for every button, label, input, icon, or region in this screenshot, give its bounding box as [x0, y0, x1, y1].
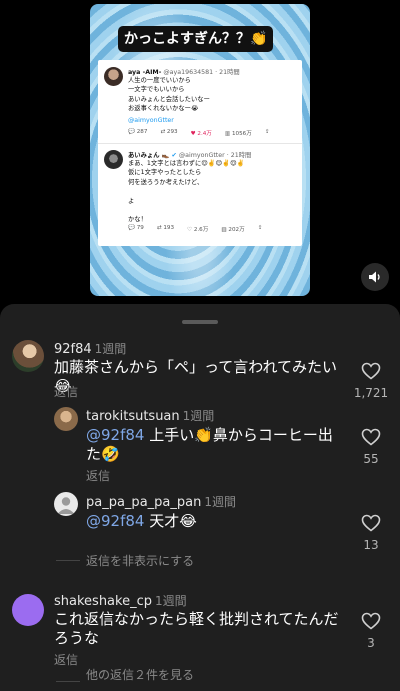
like-count: 1,721: [353, 386, 389, 400]
tweet-2-actions: 💬 79 ⇄ 193 ♡ 2.6万 ▥ 202万 ⇪: [128, 225, 262, 233]
tweet-1-reply-count: 287: [136, 129, 148, 135]
comment-body: 天才😂: [144, 512, 197, 530]
tweet-2: あいみょん 👞 ✔ @aimyonGtter · 21時間 まあ、1文字とは言わ…: [104, 150, 298, 242]
reply-button[interactable]: 返信: [86, 467, 110, 484]
retweet-icon: ⇄ 193: [156, 225, 175, 231]
tweet-2-reply-count: 79: [136, 225, 144, 231]
comment-text: これ返信なかったら軽く批判されてたんだろうな: [54, 610, 339, 647]
username-text[interactable]: tarokitsutsuan: [86, 409, 180, 424]
comment-text: @92f84 天才😂: [86, 512, 346, 531]
avatar[interactable]: [12, 340, 44, 372]
reply-button[interactable]: 返信: [54, 651, 78, 668]
tweet-2-like-count: 2.6万: [193, 227, 209, 233]
verified-icon: ✔: [171, 152, 177, 159]
tweet-1-avatar: [104, 67, 123, 86]
like-icon: ♥ 2.4万: [190, 131, 212, 137]
avatar[interactable]: [12, 594, 44, 626]
view-more-replies-button[interactable]: 他の返信２件を見る: [86, 666, 194, 683]
sound-toggle-button[interactable]: [361, 263, 389, 291]
thread-divider: [56, 560, 80, 561]
tweet-1-like-count: 2.4万: [197, 131, 212, 137]
sheet-drag-handle[interactable]: [182, 320, 218, 324]
comment-time: 1週間: [154, 594, 187, 608]
tweet-2-body: まあ、1文字とは言わずに😌✌️😌✌️😌✌️ 仮に1文字やったとしたら 何を送ろう…: [128, 160, 245, 224]
speaker-icon: [369, 271, 380, 283]
tweet-2-handle: @aimyonGtter · 21時間: [178, 152, 252, 159]
tweet-2-header: あいみょん 👞 ✔ @aimyonGtter · 21時間: [128, 150, 251, 159]
views-icon: ▥ 202万: [221, 227, 245, 233]
retweet-icon: ⇄ 293: [160, 129, 178, 135]
comment-username[interactable]: shakeshake_cp 1週間: [54, 592, 187, 609]
comment-time: 1週間: [204, 495, 236, 509]
like-icon: ♡ 2.6万: [187, 227, 209, 233]
tweet-2-view-count: 202万: [228, 227, 245, 233]
avatar[interactable]: [54, 492, 78, 516]
like-count: 13: [363, 538, 379, 552]
heart-outline-icon[interactable]: [361, 362, 381, 380]
tweet-2-avatar: [104, 150, 123, 169]
tweet-1-actions: 💬 287 ⇄ 293 ♥ 2.4万 ▥ 1056万 ⇪: [128, 129, 270, 137]
hide-replies-button[interactable]: 返信を非表示にする: [86, 552, 194, 569]
views-icon: ▥ 1056万: [224, 131, 252, 137]
tweet-1-body: 人生の一度でいいから 一文字でもいいから あいみょんと会話したいなー お返事くれ…: [128, 77, 210, 113]
comment-username[interactable]: 92f84 1週間: [54, 340, 126, 357]
mention-link[interactable]: @92f84: [86, 426, 144, 444]
share-icon: ⇪: [257, 225, 263, 231]
username-text[interactable]: pa_pa_pa_pa_pan: [86, 495, 201, 510]
heart-outline-icon[interactable]: [361, 612, 381, 630]
comment-time: 1週間: [94, 342, 127, 356]
tweet-2-retweet-count: 193: [163, 225, 175, 231]
reply-button[interactable]: 返信: [54, 383, 78, 400]
tweet-2-name: あいみょん 👞: [128, 152, 170, 159]
like-count: 55: [363, 452, 379, 466]
tweet-1-view-count: 1056万: [231, 131, 252, 137]
video-preview[interactable]: かっこよすぎん？？👏 aya -AIM- @aya19634581 · 21時間…: [90, 4, 310, 296]
tweet-1-handle: @aya19634581 · 21時間: [163, 69, 240, 76]
comment-time: 1週間: [182, 409, 215, 423]
heart-outline-icon[interactable]: [361, 514, 381, 532]
comment-text: @92f84 上手い👏鼻からコーヒー出た🤣: [86, 426, 346, 464]
tweet-divider: [98, 143, 302, 144]
video-caption: かっこよすぎん？？👏: [118, 26, 274, 52]
thread-divider: [56, 681, 80, 682]
heart-outline-icon[interactable]: [361, 428, 381, 446]
reply-icon: 💬 79: [128, 225, 144, 231]
avatar[interactable]: [54, 407, 78, 431]
comment-username[interactable]: pa_pa_pa_pa_pan 1週間: [86, 493, 236, 510]
tweet-screenshot: aya -AIM- @aya19634581 · 21時間 人生の一度でいいから…: [98, 60, 302, 246]
tweet-1-name: aya -AIM-: [128, 69, 162, 76]
comment-text: 加藤茶さんから「ペ」って言われてみたい😂: [54, 358, 338, 395]
tweet-1-header: aya -AIM- @aya19634581 · 21時間: [128, 67, 240, 76]
comment-username[interactable]: tarokitsutsuan 1週間: [86, 407, 214, 424]
reply-icon: 💬 287: [128, 129, 148, 135]
tweet-1-link: @aimyonGtter: [128, 117, 174, 124]
default-avatar-icon: [57, 497, 75, 514]
comments-sheet: 92f84 1週間 加藤茶さんから「ペ」って言われてみたい😂 返信 1,721 t…: [0, 304, 400, 691]
share-icon: ⇪: [264, 129, 270, 135]
like-count: 3: [367, 636, 375, 650]
tweet-1: aya -AIM- @aya19634581 · 21時間 人生の一度でいいから…: [104, 67, 298, 143]
username-text[interactable]: 92f84: [54, 342, 92, 357]
tweet-1-retweet-count: 293: [166, 129, 178, 135]
mention-link[interactable]: @92f84: [86, 512, 144, 530]
username-text[interactable]: shakeshake_cp: [54, 594, 152, 609]
